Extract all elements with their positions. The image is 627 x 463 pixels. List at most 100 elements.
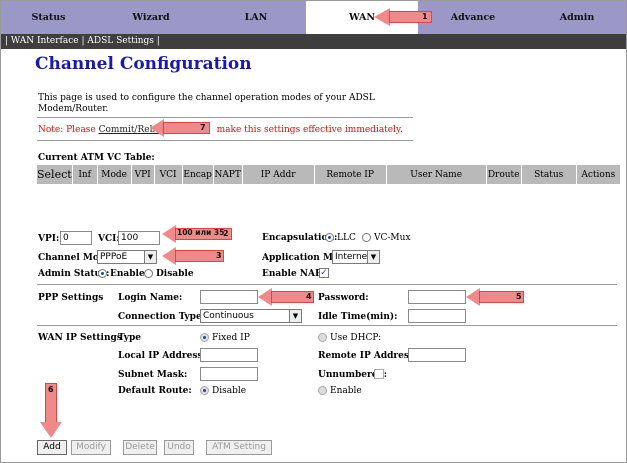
sub-nav-sep: | — [156, 36, 160, 46]
local-ip-label: Local IP Address: — [118, 351, 206, 361]
vci-label: VCI: — [98, 234, 120, 244]
remote-ip-input[interactable] — [408, 348, 466, 362]
undo-button[interactable]: Undo — [164, 440, 194, 455]
encap-vcmux-radio[interactable] — [362, 233, 371, 242]
tab-advance[interactable]: Advance — [418, 1, 528, 34]
atm-setting-button[interactable]: ATM Setting — [206, 440, 272, 455]
divider — [37, 284, 617, 285]
callout-7-number: 7 — [200, 123, 206, 132]
use-dhcp-label: Use DHCP: — [330, 333, 382, 343]
app-mode-select[interactable]: Internet ▼ — [332, 250, 380, 264]
chevron-down-icon: ▼ — [144, 251, 156, 263]
col-napt: NAPT — [213, 165, 243, 184]
idle-time-input[interactable] — [408, 309, 466, 323]
default-route-disable-radio[interactable] — [200, 386, 209, 395]
page-description: This page is used to configure the chann… — [38, 93, 375, 114]
wan-ip-section-label: WAN IP Settings — [38, 333, 122, 343]
local-ip-input[interactable] — [200, 348, 258, 362]
tab-status[interactable]: Status — [1, 1, 96, 34]
col-inf: Inf — [72, 165, 98, 184]
callout-2-number: 2 — [223, 229, 229, 238]
vci-input[interactable] — [118, 231, 160, 245]
encap-llc-label: LLC — [337, 233, 356, 243]
tab-admin[interactable]: Admin — [528, 1, 626, 34]
col-user-name: User Name — [386, 165, 487, 184]
unnumbered-checkbox[interactable] — [374, 369, 384, 379]
modify-button[interactable]: Modify — [71, 440, 111, 455]
use-dhcp-radio[interactable] — [318, 333, 327, 342]
connection-type-value: Continuous — [203, 311, 254, 321]
chevron-down-icon: ▼ — [289, 310, 301, 322]
channel-mode-select[interactable]: PPPoE ▼ — [97, 250, 157, 264]
col-vpi: VPI — [131, 165, 155, 184]
callout-7-arrow: 7 — [150, 119, 210, 137]
col-mode: Mode — [97, 165, 132, 184]
vpi-input[interactable] — [60, 231, 92, 245]
vc-table-caption: Current ATM VC Table: — [38, 153, 155, 163]
admin-enable-radio[interactable] — [98, 269, 107, 278]
col-droute: Droute — [486, 165, 522, 184]
subnet-mask-label: Subnet Mask: — [118, 370, 188, 380]
idle-time-label: Idle Time(min): — [318, 312, 398, 322]
app-mode-value: Internet — [335, 252, 371, 262]
subnet-mask-input[interactable] — [200, 367, 258, 381]
divider — [37, 325, 617, 326]
remote-ip-label: Remote IP Address: — [318, 351, 418, 361]
ppp-section-label: PPP Settings — [38, 293, 104, 303]
tab-lan[interactable]: LAN — [206, 1, 306, 34]
callout-1-number: 1 — [422, 12, 428, 21]
delete-button[interactable]: Delete — [123, 440, 157, 455]
encap-vcmux-label: VC-Mux — [374, 233, 411, 243]
callout-2-arrow: 100 или 35 2 — [162, 225, 232, 243]
vc-table: Select Inf Mode VPI VCI Encap NAPT IP Ad… — [37, 165, 620, 184]
col-actions: Actions — [581, 169, 616, 180]
fixed-ip-radio[interactable] — [200, 333, 209, 342]
callout-6-arrow: 6 — [40, 383, 62, 439]
vpi-label: VPI: — [38, 234, 60, 244]
callout-2-text: 100 или 35 — [177, 228, 225, 237]
admin-disable-label: Disable — [156, 269, 194, 279]
divider — [37, 140, 413, 141]
col-select: Select — [37, 165, 73, 184]
callout-4-arrow: 4 — [258, 288, 314, 306]
enable-napt-checkbox[interactable]: ✓ — [319, 268, 329, 278]
add-button[interactable]: Add — [37, 440, 67, 455]
connection-type-select[interactable]: Continuous ▼ — [200, 309, 302, 323]
callout-4-number: 4 — [306, 292, 312, 301]
login-name-input[interactable] — [200, 290, 258, 304]
col-remote-ip: Remote IP — [314, 165, 387, 184]
sub-nav-wan-interface[interactable]: WAN Interface — [11, 36, 79, 46]
callout-6-number: 6 — [48, 385, 54, 394]
encap-llc-radio[interactable] — [325, 233, 334, 242]
note-prefix: Note: Please — [38, 125, 99, 135]
tab-wizard[interactable]: Wizard — [96, 1, 206, 34]
chevron-down-icon: ▼ — [367, 251, 379, 263]
connection-type-label: Connection Type: — [118, 312, 205, 322]
password-input[interactable] — [408, 290, 466, 304]
default-route-enable-label: Enable — [330, 386, 362, 396]
callout-1-arrow: 1 — [374, 8, 432, 26]
sub-nav-sep: | — [81, 36, 85, 46]
type-label: Type — [118, 333, 141, 343]
password-label: Password: — [318, 293, 369, 303]
col-vci: VCI — [154, 165, 183, 184]
note-suffix: make this settings effective immediately… — [213, 125, 403, 135]
sub-nav: | WAN Interface | ADSL Settings | — [1, 34, 626, 49]
col-status: Status — [521, 165, 577, 184]
channel-mode-value: PPPoE — [100, 252, 128, 262]
default-route-enable-radio[interactable] — [318, 386, 327, 395]
sub-nav-adsl-settings[interactable]: ADSL Settings — [87, 36, 154, 46]
col-ip-addr: IP Addr — [242, 165, 315, 184]
sub-nav-sep: | — [5, 36, 9, 46]
col-encap: Encap — [182, 165, 214, 184]
callout-5-arrow: 5 — [466, 288, 524, 306]
login-name-label: Login Name: — [118, 293, 183, 303]
fixed-ip-label: Fixed IP — [212, 333, 250, 343]
callout-5-number: 5 — [516, 292, 522, 301]
default-route-disable-label: Disable — [212, 386, 247, 396]
default-route-label: Default Route: — [118, 386, 192, 396]
commit-note: Note: Please Commit/Reboot make this set… — [38, 125, 403, 135]
admin-disable-radio[interactable] — [144, 269, 153, 278]
divider — [37, 117, 413, 118]
callout-3-arrow: 3 — [162, 247, 224, 265]
